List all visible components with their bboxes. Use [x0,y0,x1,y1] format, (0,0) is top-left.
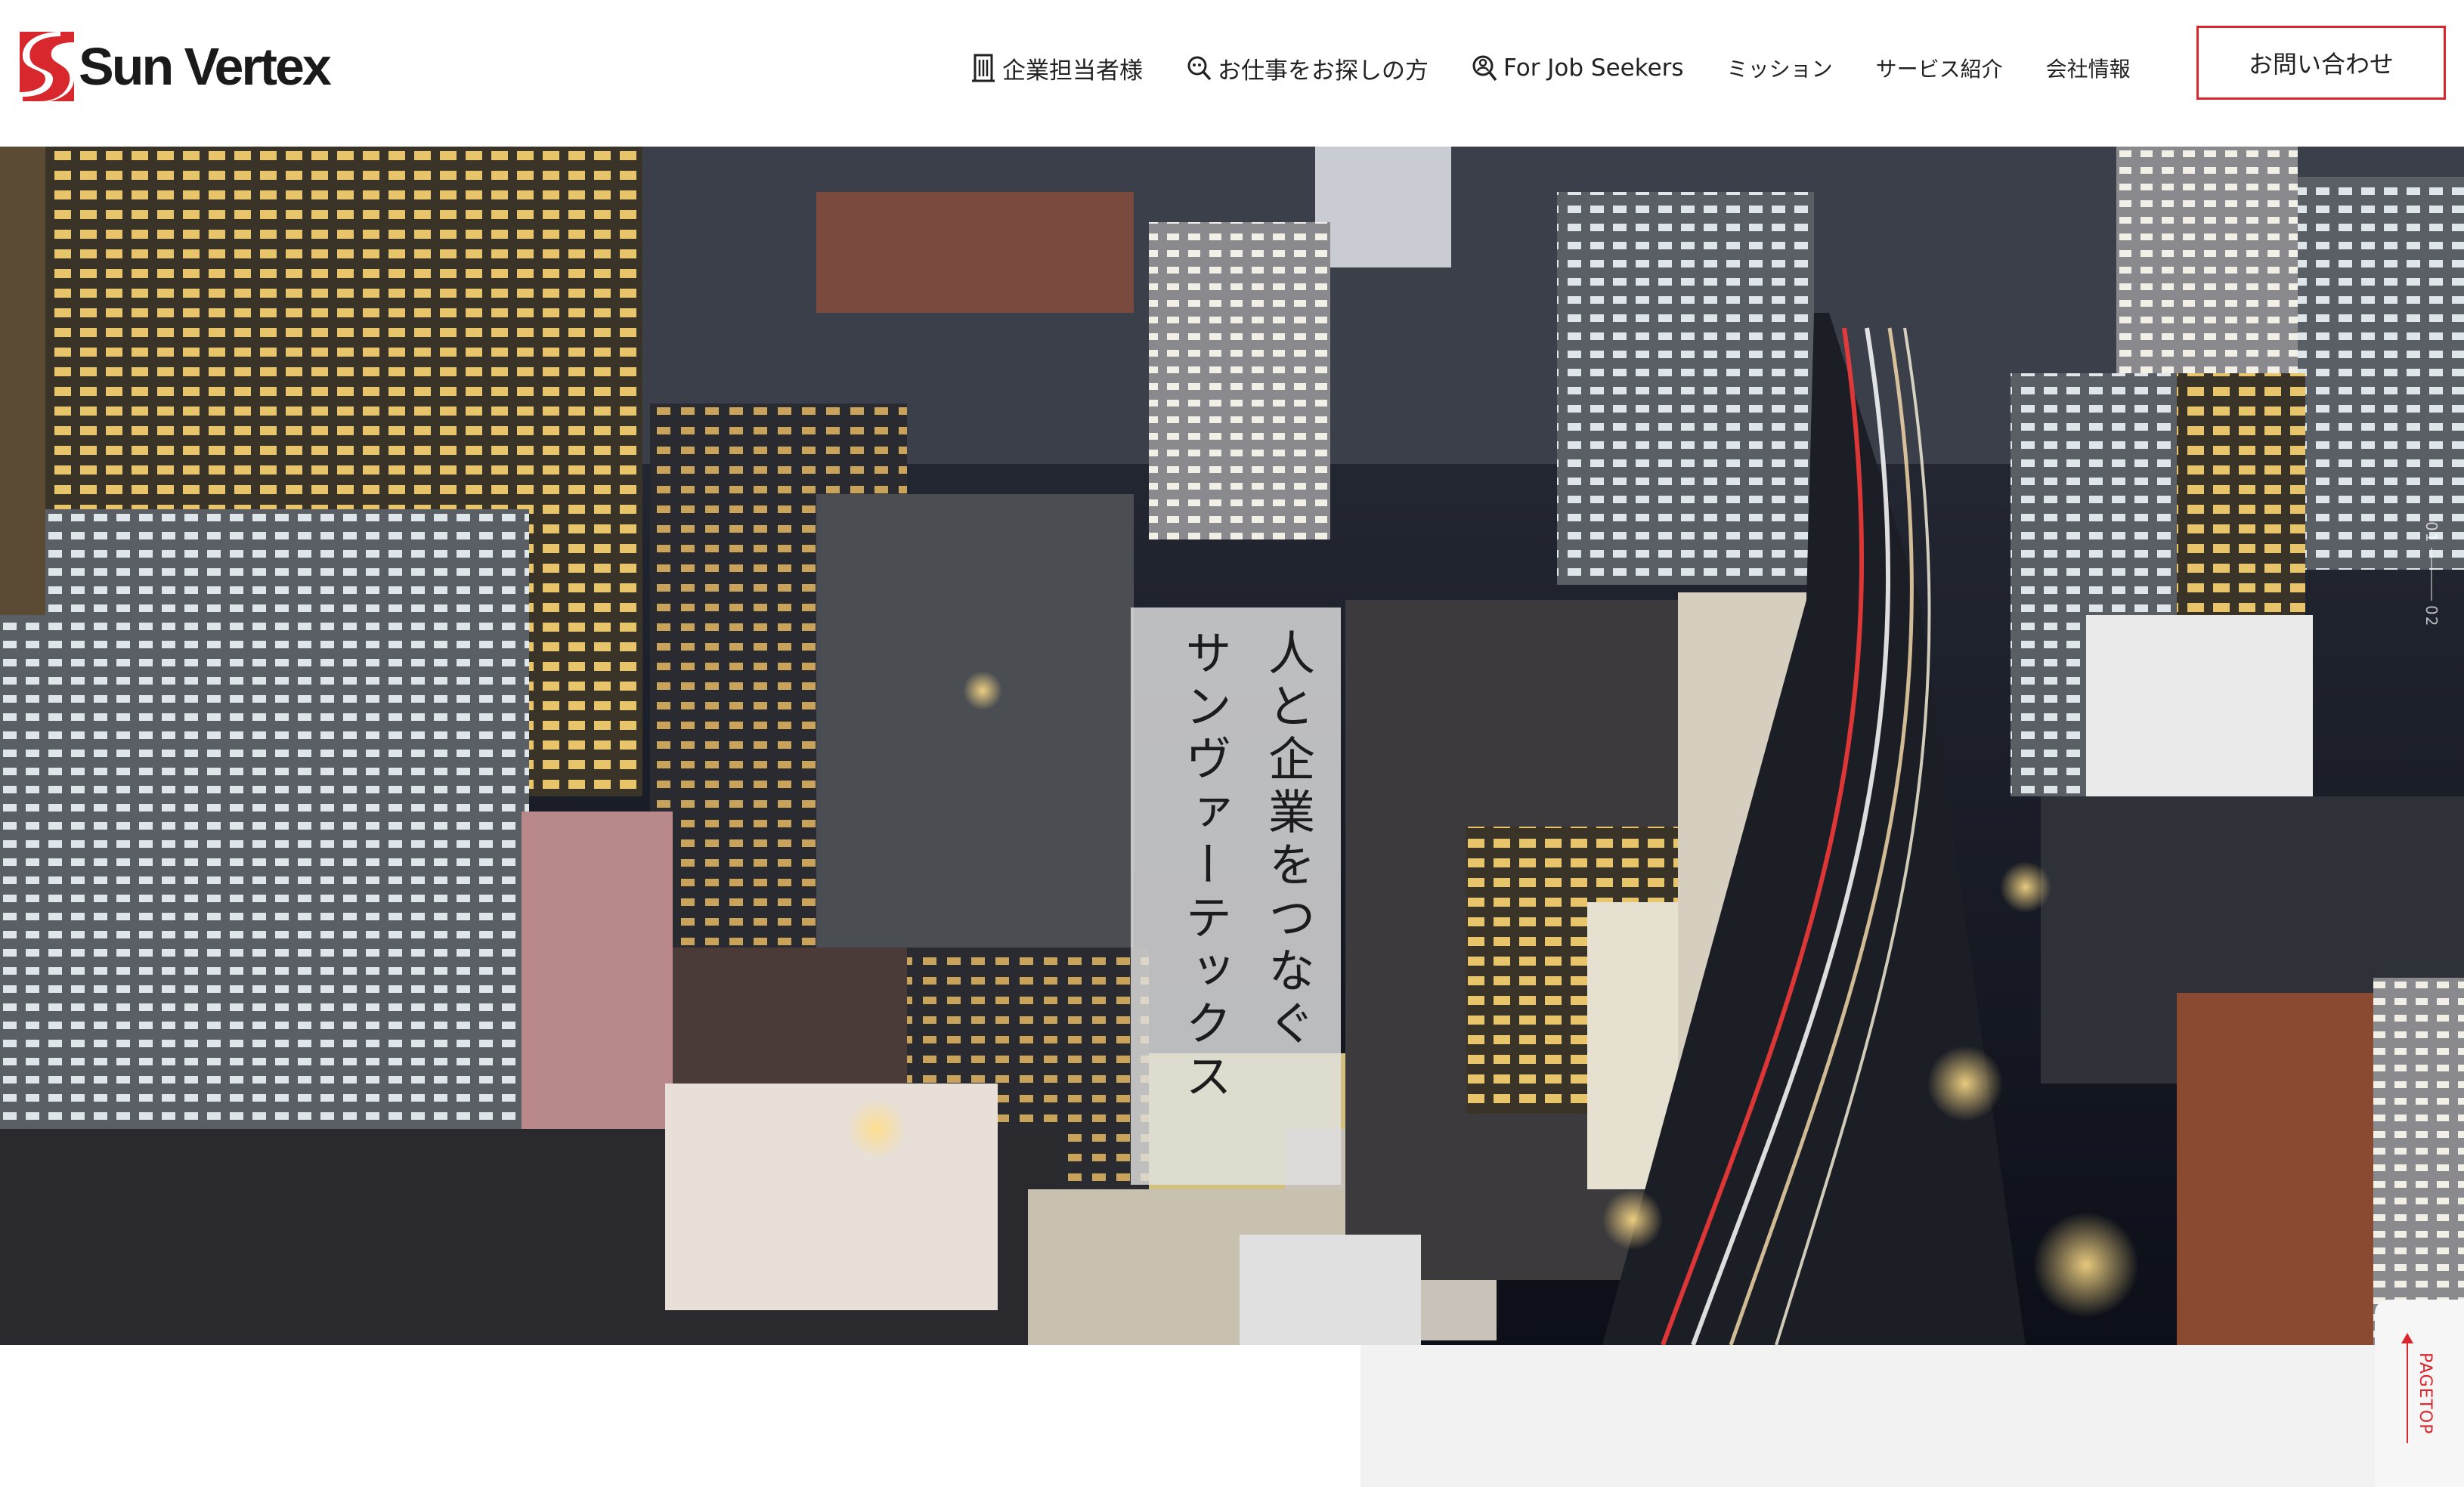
logo[interactable]: Sun Vertex [20,32,332,101]
main-nav: 企業担当者様 お仕事をお探しの方 For Job Seekers ミッション サ… [970,45,2131,91]
nav-item-job-search[interactable]: お仕事をお探しの方 [1186,51,1429,85]
nav-item-services[interactable]: サービス紹介 [1876,53,2003,83]
hero-tagline: 人と企業をつなぐ サンヴァーテックス [1131,607,1341,1185]
nav-item-company[interactable]: 会社情報 [2046,53,2131,83]
content-area-left [0,1345,1360,1487]
slide-number-next[interactable]: 02 [2422,605,2441,627]
pagetop-label: PAGETOP [2416,1353,2435,1435]
pagetop-button[interactable]: PAGETOP [2375,1300,2464,1487]
nav-item-job-seekers-en[interactable]: For Job Seekers [1472,54,1684,82]
site-header: Sun Vertex 企業担当者様 お仕事をお探しの方 For Job Seek… [0,0,2464,147]
contact-button[interactable]: お問い合わせ [2196,26,2446,100]
logo-text: Sun Vertex [79,37,332,96]
nav-item-corporate[interactable]: 企業担当者様 [970,51,1143,85]
slide-progress-line [2431,548,2432,601]
tagline-line-2: サンヴァーテックス [1177,629,1232,1105]
nav-label-job-seekers-en: For Job Seekers [1503,54,1684,82]
job-search-icon [1187,56,1212,81]
slide-indicator: 01 02 [2422,517,2441,632]
tagline-line-1: 人と企業をつなぐ [1260,629,1315,1052]
hero-slideshow: 人と企業をつなぐ サンヴァーテックス 01 02 [0,147,2464,1345]
nav-item-mission[interactable]: ミッション [1727,53,1833,83]
pagetop-arrow-line [2407,1337,2408,1443]
building-icon [972,54,995,82]
slide-number-current[interactable]: 01 [2422,521,2441,543]
nav-label-job-search: お仕事をお探しの方 [1218,57,1429,85]
sun-vertex-logo-mark [20,32,74,101]
content-area-right [1360,1345,2464,1487]
person-search-icon [1472,55,1497,82]
nav-label-corporate: 企業担当者様 [1002,57,1143,85]
